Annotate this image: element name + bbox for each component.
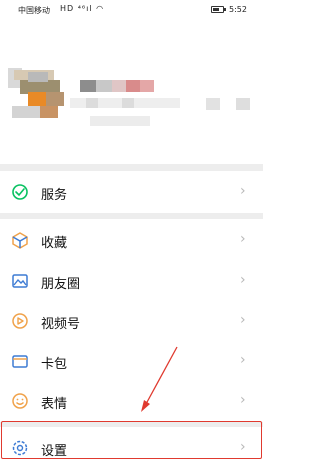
service-icon: [12, 184, 28, 200]
chevron-right-icon: ›: [240, 392, 246, 408]
favorites-icon: [12, 232, 28, 249]
menu-item-label: 收藏: [41, 236, 68, 251]
menu-item-label: 卡包: [41, 357, 68, 372]
menu-item-moments[interactable]: 朋友圈 ›: [0, 260, 263, 302]
chevron-right-icon: ›: [240, 272, 246, 288]
chevron-right-icon: ›: [240, 352, 246, 368]
section-divider: [0, 212, 263, 219]
profile-header[interactable]: [0, 20, 263, 165]
menu-item-label: 表情: [41, 397, 68, 412]
highlight-box: [1, 421, 262, 459]
menu-item-favorites[interactable]: 收藏 ›: [0, 219, 263, 261]
status-bar: 中国移动 HD ⁴⁶ıl ◠ 5:52: [0, 0, 263, 20]
menu-item-label: 朋友圈: [41, 277, 81, 292]
battery-icon: [211, 6, 224, 13]
chevron-right-icon: ›: [240, 312, 246, 328]
moments-icon: [12, 274, 28, 288]
section-divider: [0, 164, 263, 171]
channels-icon: [12, 313, 28, 329]
clock: 5:52: [229, 5, 247, 14]
carrier-name: 中国移动: [18, 6, 50, 15]
menu-item-stickers[interactable]: 表情 ›: [0, 380, 263, 422]
menu-item-label: 服务: [41, 188, 68, 203]
signal-icon: HD ⁴⁶ıl ◠: [60, 4, 105, 13]
cards-icon: [12, 355, 28, 368]
menu-item-cards[interactable]: 卡包 ›: [0, 340, 263, 382]
stickers-icon: [12, 393, 28, 409]
menu-item-service[interactable]: 服务 ›: [0, 171, 263, 213]
menu-item-label: 视频号: [41, 317, 81, 332]
chevron-right-icon: ›: [240, 183, 246, 199]
menu-item-channels[interactable]: 视频号 ›: [0, 300, 263, 342]
chevron-right-icon: ›: [240, 231, 246, 247]
